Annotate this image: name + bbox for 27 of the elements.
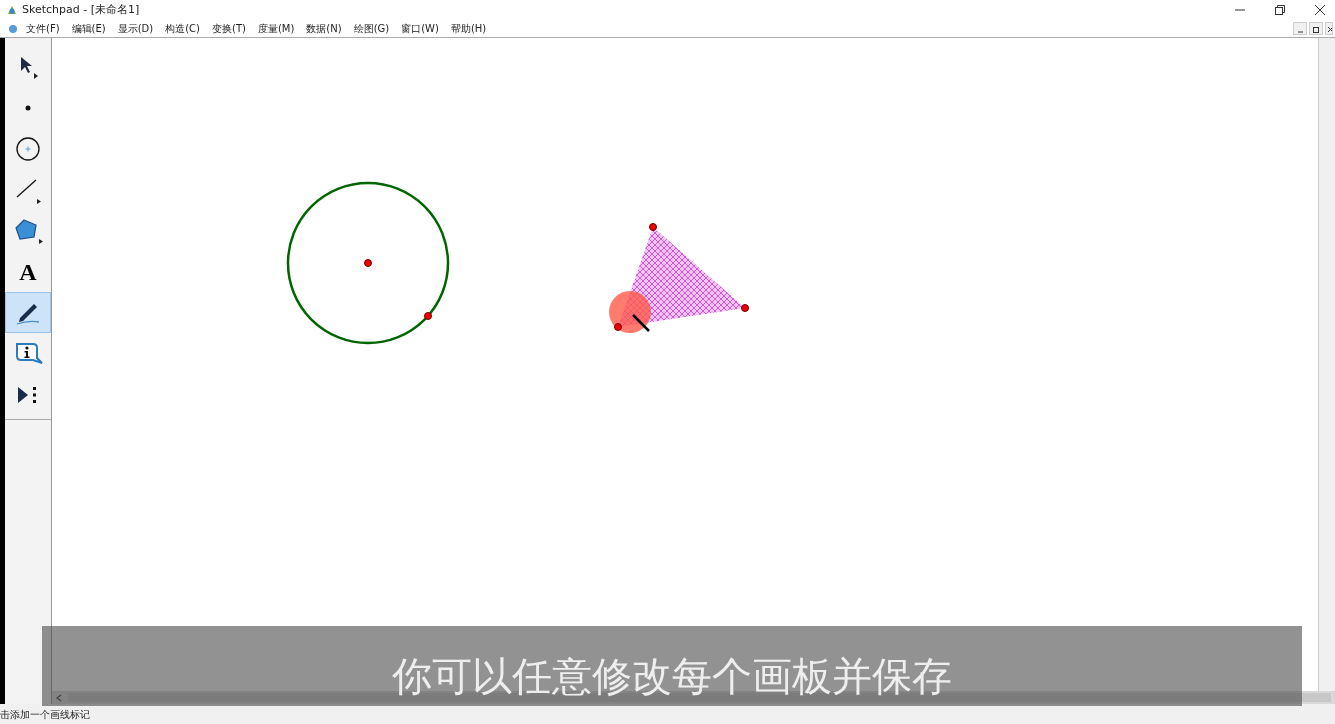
window-title: Sketchpad - [未命名1] bbox=[22, 1, 140, 18]
close-icon[interactable] bbox=[1315, 5, 1325, 15]
subtitle-text: 你可以任意修改每个画板并保存 bbox=[392, 652, 952, 701]
restore-icon[interactable] bbox=[1309, 22, 1323, 35]
menu-item[interactable]: 编辑(E) bbox=[71, 21, 106, 36]
pen-cursor-icon bbox=[632, 314, 650, 332]
menu-item[interactable]: 绘图(G) bbox=[353, 21, 390, 36]
restore-icon[interactable] bbox=[1275, 5, 1285, 15]
document-icon bbox=[8, 23, 18, 34]
menu-item[interactable]: 变换(T) bbox=[212, 21, 246, 36]
app-logo-icon bbox=[6, 4, 18, 16]
vertical-scrollbar[interactable] bbox=[1318, 38, 1335, 691]
scroll-left-icon[interactable] bbox=[56, 693, 62, 702]
menu-item[interactable]: 窗口(W) bbox=[401, 21, 439, 36]
menu-item[interactable]: 帮助(H) bbox=[450, 21, 487, 36]
menu-item[interactable]: 度量(M) bbox=[257, 21, 295, 36]
menu-item[interactable]: 显示(D) bbox=[117, 21, 154, 36]
point-icon bbox=[25, 104, 31, 111]
text-tool-label: A bbox=[19, 259, 37, 284]
circle-icon bbox=[15, 135, 41, 162]
tool-button[interactable]: A bbox=[5, 251, 51, 292]
tool-button[interactable] bbox=[5, 292, 51, 333]
pentagon-icon bbox=[13, 216, 43, 245]
menu-item[interactable]: 文件(F) bbox=[26, 21, 60, 36]
menu-item[interactable]: 数据(N) bbox=[306, 21, 342, 36]
menu-item[interactable]: 构造(C) bbox=[165, 21, 200, 36]
status-text: 击添加一个画线标记 bbox=[0, 707, 90, 722]
